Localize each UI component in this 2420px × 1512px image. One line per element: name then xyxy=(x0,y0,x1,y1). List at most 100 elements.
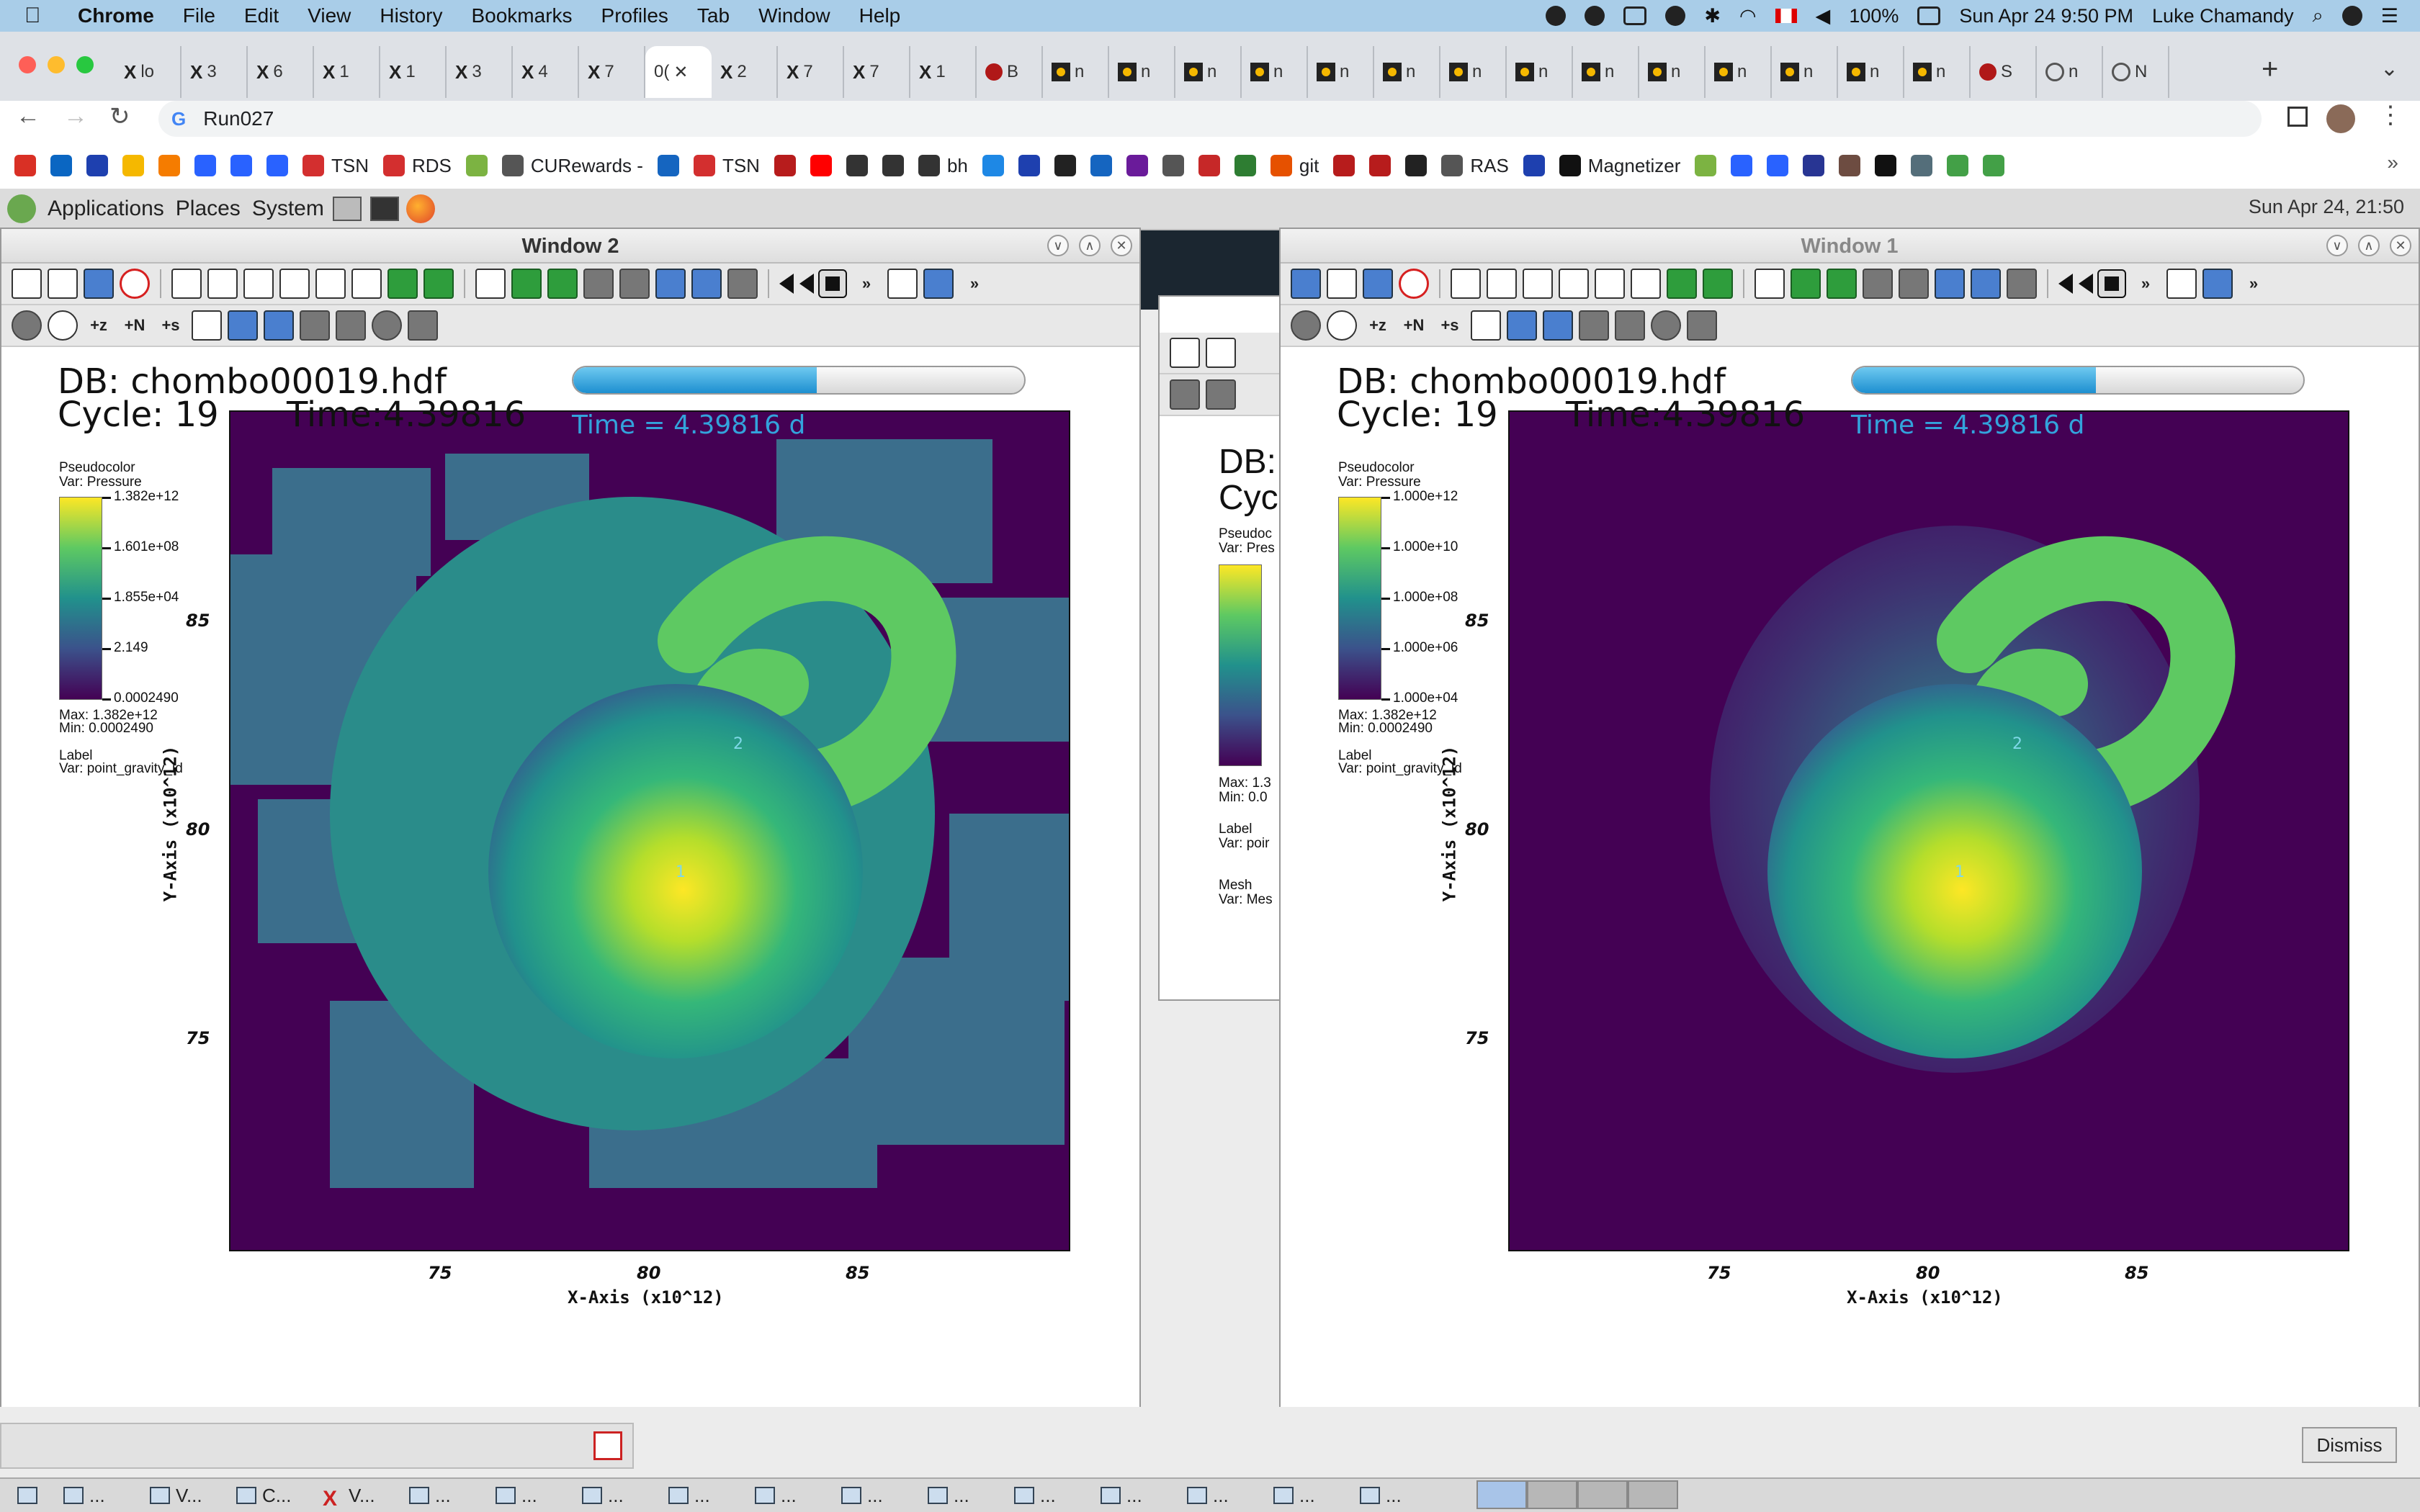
bookmark-item[interactable]: TSN xyxy=(302,155,369,177)
browser-tab[interactable]: X2 xyxy=(712,46,778,98)
undo-view-icon[interactable] xyxy=(1827,269,1857,299)
bookmark-item[interactable] xyxy=(1911,155,1933,176)
taskbar-item[interactable]: ... xyxy=(409,1485,478,1507)
zoom-icon[interactable] xyxy=(1206,379,1236,410)
gnome-menu-applications[interactable]: Applications xyxy=(48,197,164,221)
tab-search-chevron-icon[interactable]: ⌄ xyxy=(2380,56,2398,81)
spreadsheet-pick-icon[interactable]: +s xyxy=(156,316,186,335)
gnome-clock[interactable]: Sun Apr 24, 21:50 xyxy=(2249,196,2404,218)
bookmark-item[interactable] xyxy=(846,155,868,176)
app-menu[interactable]: Chrome xyxy=(78,4,154,27)
cloud-icon[interactable] xyxy=(1546,6,1567,26)
window-2-visualization[interactable]: DB: chombo00019.hdf Cycle: 19 Time:4.39816… xyxy=(1,348,1139,1407)
line-tool-icon[interactable] xyxy=(1543,310,1573,341)
bookmark-item[interactable] xyxy=(1198,155,1220,176)
browser-tab[interactable]: X7 xyxy=(579,46,645,98)
rewind-icon[interactable] xyxy=(2058,274,2073,294)
bookmark-item[interactable] xyxy=(1126,155,1148,176)
taskbar-item[interactable]: ... xyxy=(841,1485,910,1507)
clear-window-icon[interactable] xyxy=(12,269,42,299)
menu-profiles[interactable]: Profiles xyxy=(601,4,668,27)
spin-icon[interactable] xyxy=(1971,269,2001,299)
clear-window-icon[interactable] xyxy=(1291,269,1321,299)
lineout-icon[interactable] xyxy=(228,310,258,341)
browser-tab[interactable]: n xyxy=(2037,46,2103,98)
bookmark-item[interactable] xyxy=(1369,155,1392,176)
toolbar-overflow-icon-2[interactable]: » xyxy=(2238,274,2269,293)
layout-3x3-icon[interactable] xyxy=(1631,269,1661,299)
taskbar-item[interactable]: X V... xyxy=(323,1485,392,1511)
navigate-mode-icon[interactable] xyxy=(12,310,42,341)
workspace-1[interactable] xyxy=(1476,1480,1527,1509)
plane-tool-icon[interactable] xyxy=(300,310,330,341)
bookmark-item[interactable] xyxy=(158,155,180,176)
interactor-icon[interactable] xyxy=(923,269,954,299)
browser-tab[interactable]: X1 xyxy=(910,46,977,98)
taskbar-item[interactable]: V... xyxy=(150,1485,219,1507)
sphere-tool-icon[interactable] xyxy=(1651,310,1681,341)
close-window-button[interactable] xyxy=(19,56,36,73)
menubar-user[interactable]: Luke Chamandy xyxy=(2152,5,2294,27)
point-tool-icon[interactable] xyxy=(408,310,438,341)
visit-window-1[interactable]: Window 1 ∨ ∧ ✕ » » +z +N +s DB: chombo00… xyxy=(1279,228,2420,1407)
bookmark-item[interactable]: bh xyxy=(918,155,968,177)
taskbar-item[interactable]: ... xyxy=(1101,1485,1170,1507)
gnome-menu-system[interactable]: System xyxy=(252,197,324,221)
window-1-visualization[interactable]: DB: chombo00019.hdf Cycle: 19 Time:4.39816… xyxy=(1281,348,2419,1407)
bookmark-item[interactable] xyxy=(1803,155,1825,176)
layout-2x2-icon[interactable] xyxy=(243,269,274,299)
toolbar-overflow-icon[interactable]: » xyxy=(2130,274,2161,293)
layout-2x4-icon[interactable] xyxy=(1595,269,1625,299)
lock-time-icon[interactable] xyxy=(1703,269,1733,299)
bookmark-item[interactable] xyxy=(1090,155,1112,176)
browser-tab[interactable]: X3 xyxy=(447,46,513,98)
browser-tab[interactable]: n xyxy=(1175,46,1242,98)
taskbar-item[interactable]: ... xyxy=(63,1485,133,1507)
chrome-menu-icon[interactable]: ⋮ xyxy=(2378,101,2403,130)
address-bar-text[interactable]: Run027 xyxy=(203,107,274,130)
bluetooth-icon[interactable]: ✱ xyxy=(1704,5,1721,27)
workspace-3[interactable] xyxy=(1577,1480,1628,1509)
bookmark-item[interactable] xyxy=(810,155,832,176)
bookmark-item[interactable] xyxy=(86,155,108,176)
bookmark-item[interactable]: CURewards - xyxy=(501,155,643,177)
bookmark-item[interactable] xyxy=(1947,155,1969,176)
bookmark-item[interactable] xyxy=(266,155,288,176)
browser-tab[interactable]: n xyxy=(1374,46,1440,98)
profile-avatar[interactable] xyxy=(2326,104,2355,133)
lineout-icon[interactable] xyxy=(1507,310,1537,341)
lock-time-icon[interactable] xyxy=(424,269,454,299)
reset-view-icon[interactable] xyxy=(475,269,506,299)
bookmark-item[interactable] xyxy=(194,155,216,176)
browser-tab[interactable]: n xyxy=(1573,46,1639,98)
pressure-plot[interactable]: 12 xyxy=(1508,410,2349,1251)
browser-tab[interactable]: N xyxy=(2103,46,2169,98)
input-source-icon[interactable] xyxy=(1775,9,1797,23)
bookmark-item[interactable] xyxy=(774,155,796,176)
apple-icon[interactable]:  xyxy=(24,4,56,28)
sync-icon[interactable] xyxy=(1585,6,1605,26)
gnome-foot-icon[interactable] xyxy=(7,194,36,223)
menubar-clock[interactable]: Sun Apr 24 9:50 PM xyxy=(1959,5,2133,27)
box-tool-icon[interactable] xyxy=(336,310,366,341)
taskbar-item[interactable]: ... xyxy=(496,1485,565,1507)
browser-tab[interactable]: n xyxy=(1904,46,1971,98)
bookmark-item[interactable] xyxy=(1983,155,2005,176)
layout-2x3-icon[interactable] xyxy=(1559,269,1589,299)
browser-tab[interactable]: n xyxy=(1772,46,1838,98)
background-visit-window[interactable]: DB: Cyc Pseudoc Var: Pres Max: 1.3 Min: … xyxy=(1158,295,1288,1001)
curve-pick-icon[interactable] xyxy=(1471,310,1501,341)
address-bar[interactable]: G Run027 xyxy=(158,101,2262,137)
spreadsheet-pick-icon[interactable]: +s xyxy=(1435,316,1465,335)
fullframe-icon[interactable] xyxy=(727,269,758,299)
menu-view[interactable]: View xyxy=(308,4,351,27)
bookmark-item[interactable] xyxy=(882,155,904,176)
layout-3x3-icon[interactable] xyxy=(351,269,382,299)
open-icon[interactable] xyxy=(1206,338,1236,368)
bookmark-item[interactable] xyxy=(1695,155,1717,176)
new-window-icon[interactable] xyxy=(1327,269,1357,299)
taskbar-item[interactable]: ... xyxy=(755,1485,824,1507)
visit-window-2[interactable]: Window 2 ∨ ∧ ✕ » » +z +N +s DB: chombo00… xyxy=(0,228,1141,1407)
bookmark-item[interactable] xyxy=(230,155,252,176)
text-editor-launcher-icon[interactable] xyxy=(332,197,362,221)
